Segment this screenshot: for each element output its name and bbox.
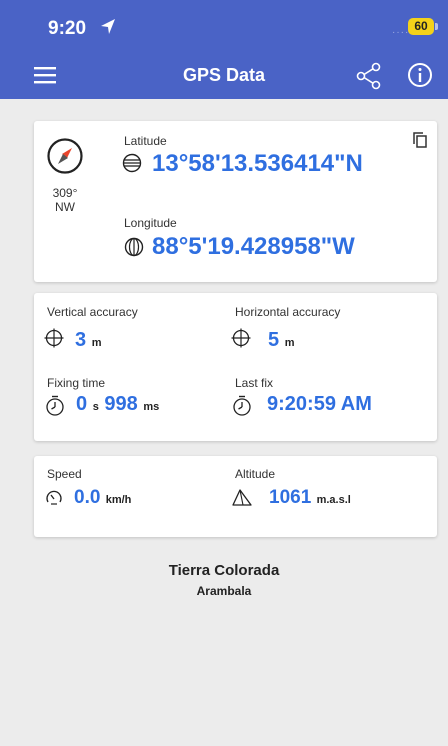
speed-unit: km/h <box>105 494 132 506</box>
altitude-label: Altitude <box>235 467 276 481</box>
fixing-seconds-unit: s <box>92 401 99 413</box>
location-arrow-icon <box>101 19 115 34</box>
horizontal-accuracy-unit: m <box>284 337 295 349</box>
altitude-unit: m.a.s.l <box>316 494 351 506</box>
altitude-value: 1061 m.a.s.l <box>269 487 351 509</box>
latitude-globe-icon <box>122 153 142 173</box>
heading-degrees: 309° <box>52 186 78 200</box>
fixing-time-label: Fixing time <box>47 376 106 390</box>
place-name: Tierra Colorada <box>168 562 280 579</box>
fixing-seconds: 0 <box>76 393 88 415</box>
vertical-accuracy-number: 3 <box>75 329 87 351</box>
last-fix-value: 9:20:59 AM <box>267 393 372 415</box>
vertical-accuracy-label: Vertical accuracy <box>47 305 138 319</box>
fixing-ms-unit: ms <box>143 401 160 413</box>
vertical-accuracy-value: 3 m <box>75 329 101 352</box>
speed-value: 0.0 km/h <box>74 487 131 509</box>
last-fix-label: Last fix <box>235 376 274 390</box>
horizontal-accuracy-number: 5 <box>268 329 280 351</box>
latitude-value: 13°58'13.536414"N <box>152 150 363 177</box>
position-card: 309° NW Latitude 13°58'13.536414"N Longi… <box>34 121 437 282</box>
longitude-globe-icon <box>124 237 144 257</box>
signal-dots: ···· <box>392 27 410 38</box>
heading-direction: NW <box>55 200 75 214</box>
speedometer-icon <box>46 490 62 505</box>
mountain-icon <box>232 489 252 506</box>
status-bar: 9:20 ···· 60 <box>0 0 448 52</box>
status-time: 9:20 <box>48 18 87 39</box>
app-bar: GPS Data <box>0 52 448 99</box>
speed-number: 0.0 <box>74 487 101 508</box>
place-region: Arambala <box>196 584 252 598</box>
share-icon[interactable] <box>354 61 384 91</box>
compass-icon <box>47 138 83 174</box>
timer-icon <box>233 395 251 416</box>
info-icon[interactable] <box>406 61 434 89</box>
fixing-milliseconds: 998 <box>104 393 138 415</box>
vertical-accuracy-unit: m <box>91 337 102 349</box>
battery-indicator: 60 <box>408 18 434 35</box>
crosshair-icon <box>231 328 251 348</box>
altitude-number: 1061 <box>269 487 312 508</box>
horizontal-accuracy-value: 5 m <box>268 329 294 352</box>
battery-tip <box>435 23 438 30</box>
fixing-time-value: 0 s 998 ms <box>76 393 159 416</box>
crosshair-icon <box>44 328 64 348</box>
accuracy-card: Vertical accuracy 3 m Horizontal accurac… <box>34 293 437 441</box>
speed-label: Speed <box>47 467 82 481</box>
motion-card: Speed 0.0 km/h Altitude 1061 m.a.s.l <box>34 456 437 537</box>
horizontal-accuracy-label: Horizontal accuracy <box>235 305 341 319</box>
longitude-value: 88°5'19.428958"W <box>152 233 355 260</box>
copy-icon[interactable] <box>413 132 427 148</box>
top-bar: 9:20 ···· 60 GPS Data <box>0 0 448 99</box>
timer-icon <box>46 395 64 416</box>
longitude-label: Longitude <box>124 216 177 230</box>
latitude-label: Latitude <box>124 134 167 148</box>
